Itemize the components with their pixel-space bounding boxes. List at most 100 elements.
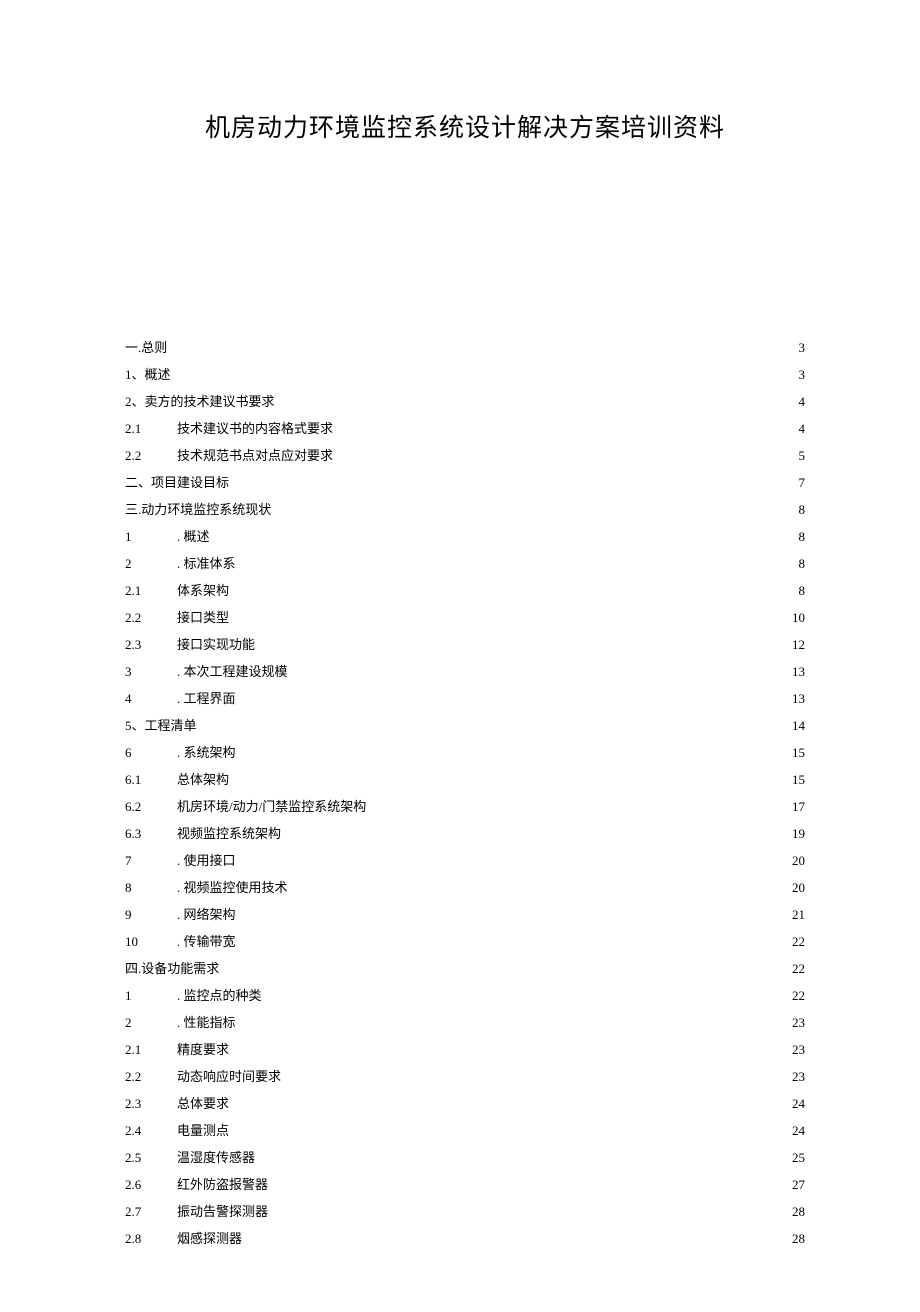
toc-row: 2.1体系架构8 — [125, 577, 805, 604]
toc-label: 总则 — [141, 334, 167, 361]
toc-label: . 性能指标 — [177, 1009, 236, 1036]
toc-leader-dots — [237, 474, 794, 487]
toc-label: 视频监控系统架构 — [177, 820, 281, 847]
toc-leader-dots — [250, 1230, 788, 1243]
toc-page-number: 24 — [790, 1117, 805, 1144]
toc-row: 2、卖方的技术建议书要求4 — [125, 388, 805, 415]
toc-row: 6. 系统架构15 — [125, 739, 805, 766]
toc-row: 2.5温湿度传感器25 — [125, 1144, 805, 1171]
toc-row: 5、工程清单14 — [125, 712, 805, 739]
toc-row: 3. 本次工程建设规模13 — [125, 658, 805, 685]
toc-row: 二、项目建设目标7 — [125, 469, 805, 496]
toc-leader-dots — [283, 393, 795, 406]
toc-number: 10 — [125, 928, 159, 955]
toc-leader-dots — [279, 501, 794, 514]
toc-page-number: 17 — [790, 793, 805, 820]
toc-leader-dots — [244, 852, 788, 865]
toc-number: 2.2 — [125, 604, 159, 631]
toc-row: 1. 概述8 — [125, 523, 805, 550]
toc-number: 2.6 — [125, 1171, 159, 1198]
toc-page-number: 3 — [797, 334, 806, 361]
toc-label: 总体要求 — [177, 1090, 229, 1117]
toc-row: 10. 传输带宽22 — [125, 928, 805, 955]
toc-leader-dots — [237, 1095, 788, 1108]
toc-page-number: 3 — [797, 361, 806, 388]
toc-number: 6 — [125, 739, 159, 766]
toc-label: 动力环境监控系统现状 — [141, 496, 271, 523]
toc-row: 2.2技术规范书点对点应对要求5 — [125, 442, 805, 469]
page-title: 机房动力环境监控系统设计解决方案培训资料 — [125, 108, 805, 144]
toc-row: 4. 工程界面13 — [125, 685, 805, 712]
toc-label: 机房环境/动力/门禁监控系统架构 — [177, 793, 366, 820]
toc-number: 1 — [125, 523, 159, 550]
toc-page-number: 28 — [790, 1225, 805, 1252]
toc-leader-dots — [296, 879, 788, 892]
toc-number: 2.7 — [125, 1198, 159, 1225]
toc-page-number: 5 — [797, 442, 806, 469]
toc-page-number: 22 — [790, 982, 805, 1009]
toc-page-number: 13 — [790, 685, 805, 712]
toc-row: 6.1总体架构15 — [125, 766, 805, 793]
toc-leader-dots — [374, 798, 788, 811]
toc-label: 精度要求 — [177, 1036, 229, 1063]
toc-label: 烟感探测器 — [177, 1225, 242, 1252]
toc-number: 3 — [125, 658, 159, 685]
toc-leader-dots — [244, 690, 788, 703]
toc-leader-dots — [218, 528, 795, 541]
toc-number: 1、 — [125, 361, 145, 388]
toc-page-number: 23 — [790, 1063, 805, 1090]
toc-leader-dots — [341, 447, 794, 460]
toc-label: 技术建议书的内容格式要求 — [177, 415, 333, 442]
toc-number: 4 — [125, 685, 159, 712]
toc-label: 项目建设目标 — [151, 469, 229, 496]
toc-leader-dots — [270, 987, 788, 1000]
toc-page-number: 19 — [790, 820, 805, 847]
toc-number: 6.2 — [125, 793, 159, 820]
toc-label: 体系架构 — [177, 577, 229, 604]
toc-leader-dots — [289, 1068, 788, 1081]
toc-page-number: 4 — [797, 388, 806, 415]
toc-label: 概述 — [145, 361, 171, 388]
toc-label: . 传输带宽 — [177, 928, 236, 955]
toc-label: . 标准体系 — [177, 550, 236, 577]
toc-leader-dots — [289, 825, 788, 838]
toc-page-number: 27 — [790, 1171, 805, 1198]
toc-page-number: 15 — [790, 766, 805, 793]
toc-page-number: 20 — [790, 874, 805, 901]
toc-leader-dots — [244, 906, 788, 919]
toc-number: 2.8 — [125, 1225, 159, 1252]
toc-page-number: 28 — [790, 1198, 805, 1225]
toc-number: 2.3 — [125, 1090, 159, 1117]
toc-row: 三.动力环境监控系统现状8 — [125, 496, 805, 523]
toc-leader-dots — [276, 1176, 788, 1189]
toc-row: 2.2接口类型10 — [125, 604, 805, 631]
toc-number: 2.1 — [125, 1036, 159, 1063]
toc-leader-dots — [341, 420, 794, 433]
toc-label: . 视频监控使用技术 — [177, 874, 288, 901]
toc-page-number: 10 — [790, 604, 805, 631]
toc-page-number: 4 — [797, 415, 806, 442]
toc-number: 2.2 — [125, 442, 159, 469]
toc-row: 2.3接口实现功能12 — [125, 631, 805, 658]
toc-page-number: 22 — [790, 955, 805, 982]
toc-number: 2.3 — [125, 631, 159, 658]
toc-page-number: 15 — [790, 739, 805, 766]
table-of-contents: 一.总则31、概述32、卖方的技术建议书要求42.1技术建议书的内容格式要求42… — [125, 334, 805, 1252]
toc-leader-dots — [227, 960, 788, 973]
toc-row: 2. 标准体系8 — [125, 550, 805, 577]
toc-label: 设备功能需求 — [141, 955, 219, 982]
toc-leader-dots — [179, 366, 795, 379]
toc-leader-dots — [244, 1014, 788, 1027]
toc-label: 振动告警探测器 — [177, 1198, 268, 1225]
toc-label: 红外防盗报警器 — [177, 1171, 268, 1198]
toc-leader-dots — [276, 1203, 788, 1216]
toc-number: 四. — [125, 955, 141, 982]
toc-label: 电量测点 — [177, 1117, 229, 1144]
toc-row: 6.3视频监控系统架构19 — [125, 820, 805, 847]
toc-label: 动态响应时间要求 — [177, 1063, 281, 1090]
toc-number: 2.4 — [125, 1117, 159, 1144]
toc-label: . 使用接口 — [177, 847, 236, 874]
toc-leader-dots — [205, 717, 788, 730]
toc-row: 2.1精度要求23 — [125, 1036, 805, 1063]
toc-label: 工程清单 — [145, 712, 197, 739]
